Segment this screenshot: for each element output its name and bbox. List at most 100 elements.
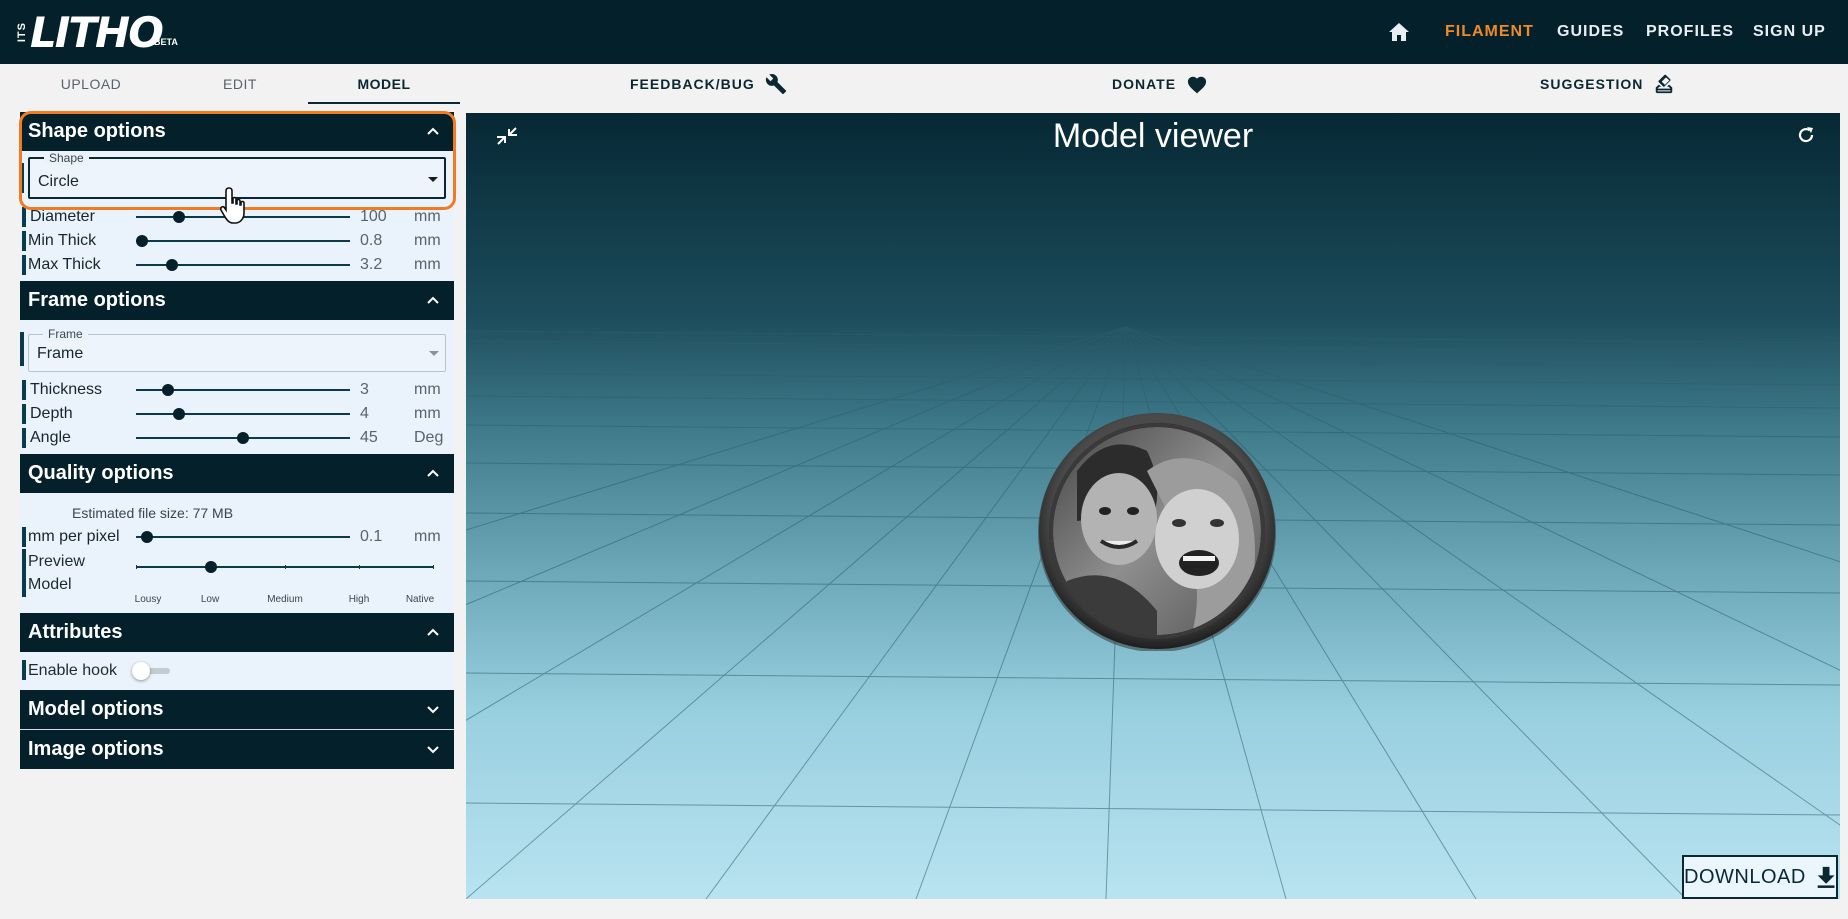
tick-mark <box>433 565 434 569</box>
chevron-down-icon <box>427 706 439 714</box>
estimated-file-size: Estimated file size: 77 MB <box>72 505 234 521</box>
nav-guides[interactable]: GUIDES <box>1557 0 1624 64</box>
logo-word: LITHO <box>30 8 164 57</box>
suggestion-button[interactable]: SUGGESTION <box>1540 64 1675 104</box>
chevron-up-icon <box>427 296 439 304</box>
image-options-title: Image options <box>28 738 164 760</box>
attributes-header[interactable]: Attributes <box>20 613 454 652</box>
mm-per-pixel-row: mm per pixel 0.1 mm <box>20 525 454 549</box>
frame-options-header[interactable]: Frame options <box>20 281 454 320</box>
wrench-icon <box>765 74 786 95</box>
model-options-header[interactable]: Model options <box>20 690 454 729</box>
min-thick-slider[interactable] <box>136 235 350 247</box>
download-button[interactable]: DOWNLOAD <box>1682 855 1838 899</box>
chevron-up-icon <box>427 127 439 135</box>
row-indicator <box>22 404 26 424</box>
ballot-box-icon <box>1656 74 1673 94</box>
min-thick-slider-thumb[interactable] <box>136 235 149 247</box>
frame-thickness-value: 3 <box>360 381 369 398</box>
donate-button[interactable]: DONATE <box>1112 64 1208 104</box>
max-thick-label: Max Thick <box>28 256 101 273</box>
frame-angle-unit: Deg <box>414 429 444 446</box>
diameter-slider-thumb[interactable] <box>172 211 185 223</box>
mm-per-pixel-label: mm per pixel <box>28 528 120 545</box>
frame-angle-slider-thumb[interactable] <box>237 432 249 444</box>
min-thick-row: Min Thick 0.8 mm <box>20 229 454 253</box>
row-indicator <box>22 527 26 547</box>
frame-angle-row: Angle 45 Deg <box>20 426 454 454</box>
preview-label: Preview <box>28 553 85 570</box>
row-indicator <box>22 231 26 251</box>
nav-filament[interactable]: FILAMENT <box>1445 0 1534 64</box>
feedback-bug-button[interactable]: FEEDBACK/BUG <box>630 64 787 104</box>
quality-options-header[interactable]: Quality options <box>20 454 454 493</box>
home-icon <box>1389 23 1409 41</box>
frame-depth-slider[interactable] <box>136 408 350 420</box>
tick-mark <box>359 565 360 569</box>
preview-quality-slider[interactable]: Lousy Low Medium High Native <box>135 561 434 605</box>
mm-per-pixel-slider-thumb[interactable] <box>140 531 153 543</box>
diameter-value: 100 <box>360 208 387 225</box>
max-thick-unit: mm <box>414 256 441 273</box>
nav-sign-up[interactable]: SIGN UP <box>1753 0 1826 64</box>
chevron-up-icon <box>427 469 439 477</box>
quality-options-body: Estimated file size: 77 MB mm per pixel … <box>20 493 454 613</box>
tab-edit[interactable]: EDIT <box>170 64 310 104</box>
app-logo[interactable]: ITS LITHO BETA <box>16 6 178 57</box>
frame-thickness-slider[interactable] <box>136 384 350 396</box>
frame-select-value: Frame <box>37 345 84 362</box>
frame-thickness-row: Thickness 3 mm <box>20 378 454 402</box>
frame-select[interactable]: Frame Frame <box>28 327 446 372</box>
max-thick-slider[interactable] <box>136 259 350 271</box>
row-indicator <box>22 660 26 680</box>
collapse-arrows-icon[interactable] <box>496 125 518 147</box>
frame-angle-value: 45 <box>360 429 378 446</box>
tick-label-high: High <box>348 594 370 605</box>
tab-upload[interactable]: UPLOAD <box>20 64 162 104</box>
shape-options-header[interactable]: Shape options <box>20 112 454 151</box>
frame-angle-label: Angle <box>30 429 71 446</box>
enable-hook-row: Enable hook <box>20 652 454 690</box>
tick-label-medium: Medium <box>267 594 303 605</box>
frame-depth-row: Depth 4 mm <box>20 402 454 426</box>
preview-model-row: Preview Model Lousy Low Medium High Nati… <box>20 549 454 605</box>
enable-hook-toggle-thumb[interactable] <box>132 662 150 680</box>
hand-pointer-cursor-icon <box>220 187 245 224</box>
heart-icon <box>1187 76 1207 94</box>
shape-select-value: Circle <box>38 173 79 190</box>
preview-quality-thumb[interactable] <box>204 561 217 573</box>
viewer-title: Model viewer <box>1052 117 1254 155</box>
tick-label-low: Low <box>200 594 220 605</box>
diameter-unit: mm <box>414 208 441 225</box>
max-thick-slider-thumb[interactable] <box>166 259 179 271</box>
tab-model[interactable]: MODEL <box>308 64 460 104</box>
tick-label-native: Native <box>405 594 435 605</box>
suggestion-label: SUGGESTION <box>1540 76 1644 92</box>
min-thick-unit: mm <box>414 232 441 249</box>
frame-select-legend: Frame <box>43 327 88 341</box>
mm-per-pixel-slider[interactable] <box>136 531 350 543</box>
frame-depth-slider-thumb[interactable] <box>172 408 185 420</box>
logo-prefix: ITS <box>16 22 28 43</box>
model-viewer[interactable]: Model viewer DOWNLOAD <box>466 113 1840 899</box>
top-nav-bar: ITS LITHO BETA FILAMENT GUIDES PROFILES … <box>0 0 1848 64</box>
tick-mark <box>285 565 286 569</box>
nav-profiles[interactable]: PROFILES <box>1646 0 1734 64</box>
mm-per-pixel-unit: mm <box>414 528 441 545</box>
frame-angle-slider[interactable] <box>136 432 350 444</box>
row-indicator <box>22 380 26 400</box>
frame-thickness-unit: mm <box>414 381 441 398</box>
logo-beta-badge: BETA <box>154 37 178 47</box>
lithophane-model[interactable] <box>1037 411 1277 651</box>
diameter-label: Diameter <box>30 208 95 225</box>
shape-options-title: Shape options <box>28 120 166 142</box>
row-indicator <box>22 549 26 597</box>
frame-thickness-slider-thumb[interactable] <box>162 384 175 396</box>
image-options-header[interactable]: Image options <box>20 730 454 769</box>
nav-home[interactable] <box>1386 0 1412 64</box>
caret-down-icon <box>428 177 438 182</box>
refresh-icon[interactable] <box>1796 125 1816 145</box>
frame-options-body: Frame Frame Thickness 3 mm Depth 4 mm An… <box>20 320 454 454</box>
attributes-title: Attributes <box>28 621 123 643</box>
